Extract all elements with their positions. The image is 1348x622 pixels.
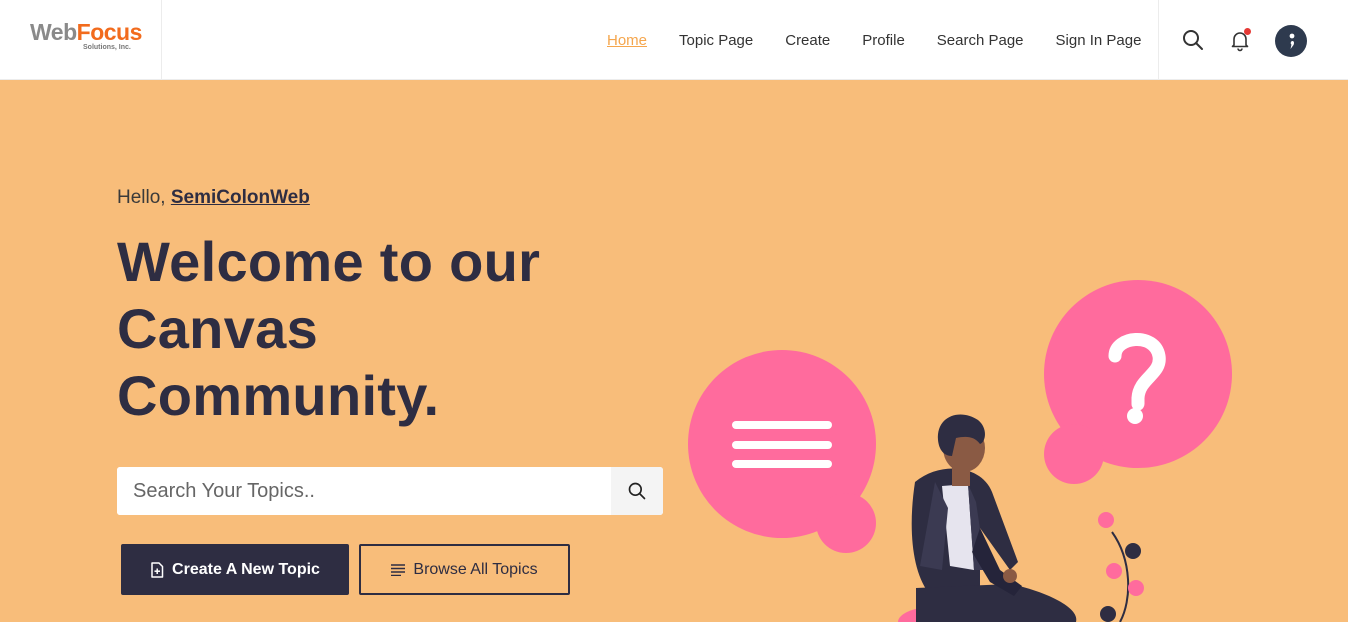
create-topic-button[interactable]: Create A New Topic — [121, 544, 349, 595]
topic-search — [117, 467, 663, 515]
nav-search-page[interactable]: Search Page — [921, 32, 1040, 49]
greeting-text: Hello, — [117, 187, 166, 208]
chat-lines-icon — [732, 421, 832, 468]
username-link[interactable]: SemiColonWeb — [171, 187, 310, 208]
logo[interactable]: WebFocus Solutions, Inc. — [30, 19, 142, 59]
search-icon[interactable] — [1181, 28, 1205, 52]
bell-icon[interactable] — [1228, 28, 1252, 52]
header-tools — [1158, 0, 1348, 80]
logo-container: WebFocus Solutions, Inc. — [0, 0, 162, 80]
create-topic-label: Create A New Topic — [172, 560, 320, 578]
nav-topic-page[interactable]: Topic Page — [663, 32, 769, 49]
logo-web: Web — [30, 19, 77, 45]
avatar[interactable] — [1275, 25, 1307, 57]
list-icon — [391, 563, 406, 576]
search-input[interactable] — [117, 467, 611, 515]
page-title: Welcome to our Canvas Community. — [117, 228, 637, 429]
nav-create[interactable]: Create — [769, 32, 846, 49]
nav-profile[interactable]: Profile — [846, 32, 921, 49]
main-nav: Home Topic Page Create Profile Search Pa… — [591, 0, 1157, 80]
site-header: WebFocus Solutions, Inc. Home Topic Page… — [0, 0, 1348, 80]
logo-subtitle: Solutions, Inc. — [83, 44, 131, 51]
logo-wordmark: WebFocus — [30, 19, 142, 45]
greeting: Hello, SemiColonWeb — [117, 187, 310, 209]
notification-dot — [1244, 28, 1251, 35]
community-illustration — [688, 280, 1232, 622]
nav-sign-in-page[interactable]: Sign In Page — [1040, 32, 1158, 49]
chat-bubble-tail — [816, 493, 876, 553]
search-icon — [628, 482, 646, 500]
title-line-3: Community. — [117, 364, 440, 427]
browse-topics-button[interactable]: Browse All Topics — [359, 544, 570, 595]
browse-topics-label: Browse All Topics — [413, 560, 538, 578]
avatar-semicolon-icon — [1289, 33, 1295, 49]
title-line-2: Canvas — [117, 297, 319, 360]
nav-home[interactable]: Home — [591, 32, 663, 49]
search-button[interactable] — [611, 467, 663, 515]
title-line-1: Welcome to our — [117, 230, 541, 293]
file-plus-icon — [150, 561, 164, 578]
logo-focus: Focus — [76, 19, 143, 45]
question-bubble-tail — [1044, 424, 1104, 484]
plant-decoration — [1098, 512, 1144, 622]
